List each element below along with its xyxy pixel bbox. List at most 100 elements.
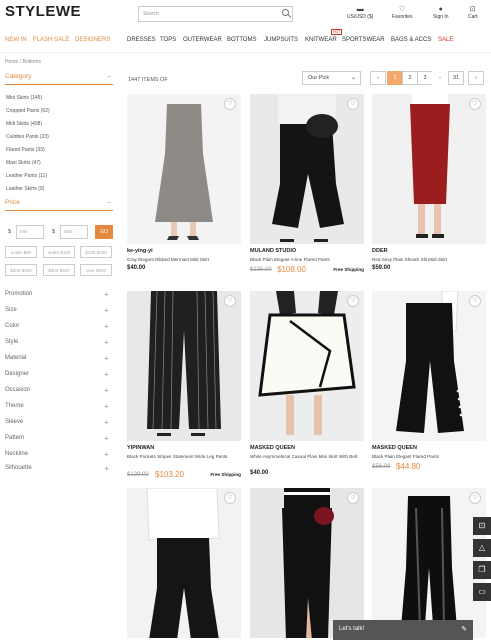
floating-notification-button[interactable]: △: [473, 539, 491, 557]
product-brand[interactable]: MASKED QUEEN: [372, 445, 417, 451]
price-range-chip[interactable]: under $100: [43, 246, 75, 258]
category-item[interactable]: Mini Skirts (145): [6, 95, 42, 101]
price-go-button[interactable]: GO: [95, 225, 113, 239]
product-image[interactable]: ♡: [127, 291, 241, 441]
category-item[interactable]: Culottes Pants (23): [6, 134, 49, 140]
category-item[interactable]: Leather Skirts (9): [6, 186, 44, 192]
favorites-link[interactable]: ♡ Favorites: [392, 6, 413, 20]
floating-cart-button[interactable]: ⊡: [473, 517, 491, 535]
collapse-icon[interactable]: –: [107, 199, 111, 206]
product-name[interactable]: Red Sexy Plain Sheath Slit Midi Skirt: [372, 256, 486, 263]
nav-flash-sale[interactable]: FLASH SALE: [33, 37, 69, 43]
sort-select[interactable]: Our Pick ⌄: [302, 71, 361, 85]
category-item[interactable]: Midi Skirts (438): [6, 121, 42, 127]
filter-pattern[interactable]: Pattern +: [5, 435, 113, 449]
category-item[interactable]: Flared Pants (33): [6, 147, 45, 153]
page-2[interactable]: 2: [402, 71, 418, 85]
filter-color[interactable]: Color +: [5, 323, 113, 337]
product-brand[interactable]: ke-ying-yi: [127, 248, 153, 254]
floating-message-button[interactable]: ▭: [473, 583, 491, 601]
page-31[interactable]: 31: [448, 71, 464, 85]
filter-theme[interactable]: Theme +: [5, 403, 113, 417]
product-name[interactable]: White Asymmetrical Casual Plain Mini Ski…: [250, 453, 364, 460]
nav-bags[interactable]: BAGS & ACCS: [391, 37, 431, 43]
product-image[interactable]: ♡: [250, 291, 364, 441]
product-image[interactable]: ♡: [250, 488, 364, 638]
product-name[interactable]: Gray Elegant Ribbed Mermaid Midi Skirt: [127, 256, 241, 263]
collapse-icon[interactable]: –: [107, 73, 111, 80]
product-brand[interactable]: YIPINWAN: [127, 445, 154, 451]
currency-selector[interactable]: ▬ US/USD ($): [347, 6, 373, 20]
nav-tops[interactable]: TOPS: [160, 37, 176, 43]
filter-label: Designer: [5, 371, 30, 377]
product-name[interactable]: Black Pockets Stripes Statement Wide Leg…: [127, 453, 241, 460]
filter-promotion[interactable]: Promotion +: [5, 291, 113, 305]
product-image[interactable]: ♡: [372, 94, 486, 244]
price-range-chip[interactable]: $200-$300: [5, 264, 37, 276]
prev-page-button[interactable]: ‹: [370, 71, 386, 85]
nav-dresses[interactable]: DRESSES: [127, 37, 156, 43]
filter-sleeve[interactable]: Sleeve +: [5, 419, 113, 433]
price-max-input[interactable]: Max: [60, 225, 88, 239]
nav-sale[interactable]: SALE: [438, 37, 453, 43]
filter-neckline[interactable]: Neckline +: [5, 451, 113, 465]
filter-silhouette[interactable]: Silhouette +: [5, 465, 113, 479]
next-page-button[interactable]: ›: [468, 71, 484, 85]
chat-widget[interactable]: Let's talk! ✎: [333, 620, 473, 640]
heart-icon[interactable]: ♡: [224, 492, 236, 504]
currency-symbol: $: [52, 229, 56, 235]
filter-occasion[interactable]: Occasion +: [5, 387, 113, 401]
heart-icon[interactable]: ♡: [469, 295, 481, 307]
category-item[interactable]: Cropped Pants (62): [6, 108, 50, 114]
price-range-chip[interactable]: under $90: [5, 246, 37, 258]
heart-icon[interactable]: ♡: [224, 98, 236, 110]
page-3[interactable]: 3: [417, 71, 433, 85]
nav-sportswear[interactable]: SPORTSWEAR: [342, 37, 385, 43]
cart-icon: ⊡: [478, 521, 486, 530]
product-image[interactable]: ♡: [127, 488, 241, 638]
product-image[interactable]: ♡: [372, 488, 486, 638]
category-item[interactable]: Maxi Skirts (47): [6, 160, 41, 166]
nav-outerwear[interactable]: OUTERWEAR: [183, 37, 222, 43]
product-brand[interactable]: MASKED QUEEN: [250, 445, 295, 451]
heart-icon[interactable]: ♡: [224, 295, 236, 307]
floating-compare-button[interactable]: ❐: [473, 561, 491, 579]
search-input[interactable]: Search: [138, 6, 293, 22]
heart-icon[interactable]: ♡: [347, 492, 359, 504]
logo[interactable]: STYLEWE: [5, 3, 81, 20]
filter-material[interactable]: Material +: [5, 355, 113, 369]
filter-style[interactable]: Style +: [5, 339, 113, 353]
search-icon[interactable]: [282, 9, 289, 16]
product-image[interactable]: ♡: [127, 94, 241, 244]
nav-jumpsuits[interactable]: JUMPSUITS: [264, 37, 298, 43]
heart-icon[interactable]: ♡: [469, 98, 481, 110]
sign-in-link[interactable]: ● Sign In: [433, 6, 449, 20]
product-brand[interactable]: DDER: [372, 248, 388, 254]
product-image[interactable]: ♡: [372, 291, 486, 441]
currency-symbol: $: [8, 229, 12, 235]
heart-icon[interactable]: ♡: [347, 98, 359, 110]
nav-designers[interactable]: DESIGNERS: [75, 37, 110, 43]
cart-link[interactable]: ⊡ Cart: [468, 6, 477, 20]
category-header[interactable]: Category –: [5, 73, 113, 85]
category-item[interactable]: Leather Pants (11): [6, 173, 47, 179]
breadcrumb[interactable]: Home / Bottoms: [5, 59, 41, 65]
heart-icon[interactable]: ♡: [347, 295, 359, 307]
price-range-chip[interactable]: over $500: [80, 264, 112, 276]
product-name[interactable]: Black Plain Elegant A-line Flared Pants: [250, 256, 364, 263]
product-brand[interactable]: MULAND STUDIO: [250, 248, 296, 254]
heart-icon[interactable]: ♡: [469, 492, 481, 504]
nav-knitwear[interactable]: KNITWEAR: [305, 37, 337, 43]
price-range-chip[interactable]: $100-$200: [80, 246, 112, 258]
nav-bottoms[interactable]: BOTTOMS: [227, 37, 257, 43]
nav-new-in[interactable]: NEW IN: [5, 37, 27, 43]
product-name[interactable]: Black Plain Elegant Flared Pants: [372, 453, 486, 460]
page-1[interactable]: 1: [387, 71, 403, 85]
product-image[interactable]: ♡: [250, 94, 364, 244]
price-header[interactable]: Price –: [5, 199, 113, 211]
price-title: Price: [5, 199, 20, 206]
filter-size[interactable]: Size +: [5, 307, 113, 321]
filter-designer[interactable]: Designer +: [5, 371, 113, 385]
price-range-chip[interactable]: $300-$400: [43, 264, 75, 276]
price-min-input[interactable]: Min: [16, 225, 44, 239]
